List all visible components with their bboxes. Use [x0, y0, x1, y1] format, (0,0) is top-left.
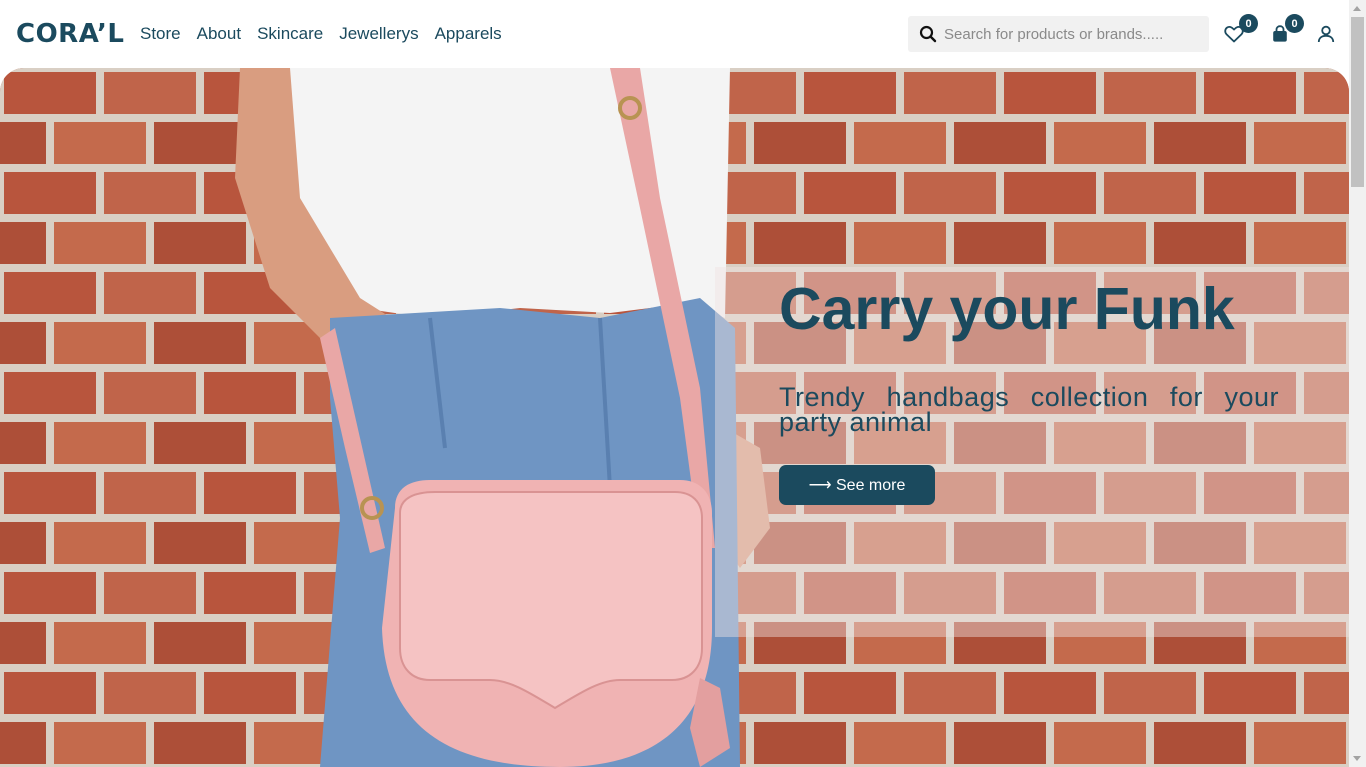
scroll-down-arrow-icon[interactable]: [1353, 756, 1361, 761]
user-icon: [1317, 25, 1335, 43]
cart-count-badge: 0: [1285, 14, 1304, 33]
page-scrollbar[interactable]: [1349, 0, 1366, 767]
see-more-button[interactable]: ⟶ See more: [779, 465, 935, 505]
hero-subtitle: Trendy handbags collection for your part…: [779, 382, 1279, 437]
nav-link-skincare[interactable]: Skincare: [257, 22, 323, 46]
cart-button[interactable]: 0: [1268, 14, 1304, 46]
wishlist-count-badge: 0: [1239, 14, 1258, 33]
wishlist-button[interactable]: 0: [1222, 14, 1258, 46]
nav-link-about[interactable]: About: [197, 22, 241, 46]
nav-link-jewellerys[interactable]: Jewellerys: [339, 22, 418, 46]
search-box: [908, 16, 1209, 52]
nav-link-apparels[interactable]: Apparels: [435, 22, 502, 46]
site-header: CORA’L Store About Skincare Jewellerys A…: [0, 0, 1349, 68]
main-nav: Store About Skincare Jewellerys Apparels: [140, 22, 518, 46]
nav-link-store[interactable]: Store: [140, 22, 181, 46]
hero-title: Carry your Funk: [779, 276, 1235, 342]
account-button[interactable]: [1314, 22, 1338, 46]
scroll-up-arrow-icon[interactable]: [1353, 6, 1361, 11]
search-icon[interactable]: [912, 16, 944, 52]
scrollbar-thumb[interactable]: [1351, 17, 1364, 187]
brand-logo[interactable]: CORA’L: [16, 19, 124, 49]
search-input[interactable]: [944, 16, 1204, 52]
